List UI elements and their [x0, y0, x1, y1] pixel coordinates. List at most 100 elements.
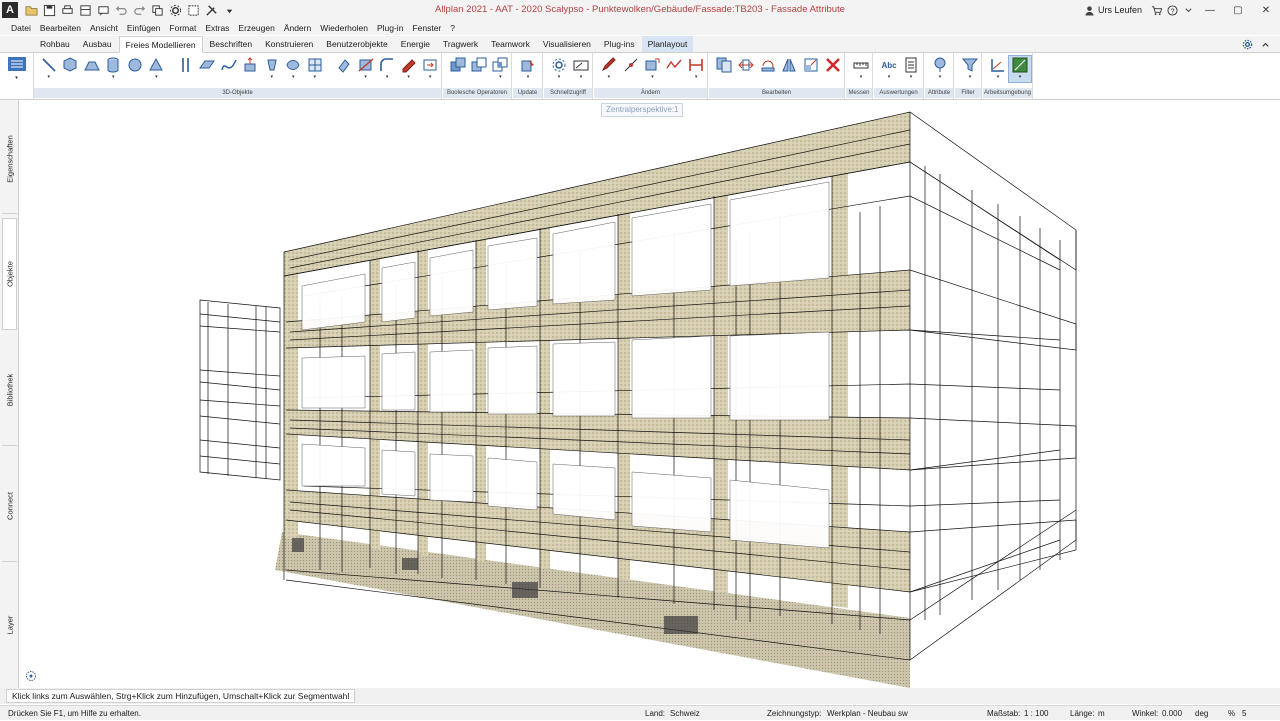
tab-konstruieren[interactable]: Konstruieren [259, 36, 319, 52]
status-angle-unit[interactable]: deg [1195, 706, 1208, 721]
line-3d-icon[interactable]: ▾ [38, 56, 60, 82]
slice-icon[interactable]: ▾ [355, 56, 377, 82]
collapse-ribbon-icon[interactable] [1258, 38, 1272, 50]
cube-icon[interactable] [60, 56, 82, 82]
status-percent-value[interactable]: 5 [1242, 706, 1246, 721]
tab-plug-ins[interactable]: Plug-ins [598, 36, 641, 52]
work-environment-icon[interactable]: ▾ [1008, 55, 1032, 83]
update-icon[interactable]: ▾ [517, 56, 539, 82]
sphere-icon[interactable] [124, 56, 146, 82]
tab-visualisieren[interactable]: Visualisieren [537, 36, 597, 52]
polyline-icon[interactable] [663, 56, 685, 82]
user-account[interactable]: Urs Leufen [1084, 5, 1142, 16]
pencil-icon[interactable]: ▾ [598, 56, 620, 82]
quick-settings-icon[interactable]: ▾ [548, 56, 570, 82]
layout-icon[interactable] [78, 3, 92, 17]
redo-icon[interactable] [132, 3, 146, 17]
attribute-tag-icon[interactable]: ▾ [929, 56, 951, 82]
wedge-icon[interactable] [81, 56, 103, 82]
coordinate-axes-icon[interactable]: ▾ [987, 56, 1009, 82]
grid-surface-icon[interactable]: ▾ [304, 56, 326, 82]
navigation-mode-icon[interactable] [25, 670, 37, 682]
intersect-icon[interactable]: ▾ [490, 56, 511, 82]
menu-fenster[interactable]: Fenster [412, 23, 441, 33]
menu-bearbeiten[interactable]: Bearbeiten [40, 23, 81, 33]
filter-funnel-icon[interactable]: ▾ [959, 56, 981, 82]
menu-help[interactable]: ? [450, 23, 455, 33]
menu-einfuegen[interactable]: Einfügen [127, 23, 161, 33]
rotate-body-icon[interactable]: ▾ [261, 56, 283, 82]
status-drawing-type-value[interactable]: Werkplan - Neubau sw [827, 706, 908, 721]
union-icon[interactable] [447, 56, 468, 82]
undo-icon[interactable] [114, 3, 128, 17]
copy-objects-icon[interactable] [713, 56, 735, 82]
allplan-logo[interactable]: A [2, 2, 18, 18]
side-tab-objekte[interactable]: Objekte [2, 218, 17, 330]
side-tab-bibliothek[interactable]: Bibliothek [2, 334, 17, 446]
tab-beschriften[interactable]: Beschriften [204, 36, 259, 52]
loft-icon[interactable]: ▾ [283, 56, 305, 82]
print-icon[interactable] [60, 3, 74, 17]
message-icon[interactable] [96, 3, 110, 17]
menu-wiederholen[interactable]: Wiederholen [320, 23, 368, 33]
subtract-icon[interactable] [468, 56, 489, 82]
surface-icon[interactable] [196, 56, 218, 82]
cart-icon[interactable] [1148, 0, 1164, 20]
settings-icon[interactable] [168, 3, 182, 17]
status-scale-value[interactable]: 1 : 100 [1024, 706, 1048, 721]
modify-solid-icon[interactable] [333, 56, 355, 82]
tab-benutzerobjekte[interactable]: Benutzerobjekte [320, 36, 393, 52]
menu-extras[interactable]: Extras [205, 23, 229, 33]
stretch-icon[interactable]: ▾ [642, 56, 664, 82]
mirror-icon[interactable] [778, 56, 800, 82]
tab-teamwork[interactable]: Teamwork [485, 36, 536, 52]
rotate-icon[interactable] [757, 56, 779, 82]
tab-planlayout[interactable]: Planlayout [641, 36, 694, 52]
delete-icon[interactable] [822, 56, 844, 82]
scale-icon[interactable] [800, 56, 822, 82]
tab-energie[interactable]: Energie [395, 36, 436, 52]
menu-plug-in[interactable]: Plug-in [377, 23, 403, 33]
side-tab-connect[interactable]: Connect [2, 450, 17, 562]
save-icon[interactable] [42, 3, 56, 17]
cylinder-icon[interactable]: ▾ [103, 56, 125, 82]
menu-erzeugen[interactable]: Erzeugen [238, 23, 274, 33]
side-tab-eigenschaften[interactable]: Eigenschaften [2, 104, 17, 214]
ribbon-palette-toggle[interactable]: ▾ [0, 53, 34, 99]
status-land-value[interactable]: Schweiz [670, 706, 700, 721]
menu-datei[interactable]: Datei [11, 23, 31, 33]
report-icon[interactable]: ▾ [900, 56, 922, 82]
maximize-button[interactable]: ▢ [1224, 0, 1252, 20]
side-tab-layer[interactable]: Layer [2, 566, 17, 684]
fillet-icon[interactable]: ▾ [376, 56, 398, 82]
tools-icon[interactable] [204, 3, 218, 17]
join-icon[interactable]: ▾ [685, 56, 707, 82]
spline-icon[interactable] [218, 56, 240, 82]
move-icon[interactable] [735, 56, 757, 82]
copy-icon[interactable] [150, 3, 164, 17]
tab-ausbau[interactable]: Ausbau [77, 36, 118, 52]
menu-format[interactable]: Format [169, 23, 196, 33]
text-abc-icon[interactable]: Abc ▾ [878, 56, 900, 82]
point-cloud-scene[interactable] [20, 100, 1280, 688]
tab-freies-modellieren[interactable]: Freies Modellieren [118, 36, 203, 53]
edit-edge-icon[interactable]: ▾ [398, 56, 420, 82]
chevron-down-icon[interactable] [1180, 0, 1196, 20]
split-line-icon[interactable] [620, 56, 642, 82]
viewport-3d[interactable]: Zentralperspektive:1 [20, 100, 1280, 688]
view-icon[interactable] [186, 3, 200, 17]
minimize-button[interactable]: — [1196, 0, 1224, 20]
parallel-lines-icon[interactable] [175, 56, 197, 82]
folder-icon[interactable] [24, 3, 38, 17]
status-angle-value[interactable]: 0.000 [1162, 706, 1182, 721]
tab-tragwerk[interactable]: Tragwerk [437, 36, 484, 52]
gear-icon[interactable] [1240, 38, 1254, 50]
menu-ansicht[interactable]: Ansicht [90, 23, 118, 33]
close-button[interactable]: ✕ [1252, 0, 1280, 20]
convert-icon[interactable]: ▾ [419, 56, 441, 82]
help-icon[interactable]: ? [1164, 0, 1180, 20]
customize-dropdown-icon[interactable] [222, 3, 236, 17]
ruler-icon[interactable]: ▾ [850, 56, 872, 82]
pyramid-icon[interactable]: ▾ [146, 56, 168, 82]
menu-aendern[interactable]: Ändern [284, 23, 311, 33]
